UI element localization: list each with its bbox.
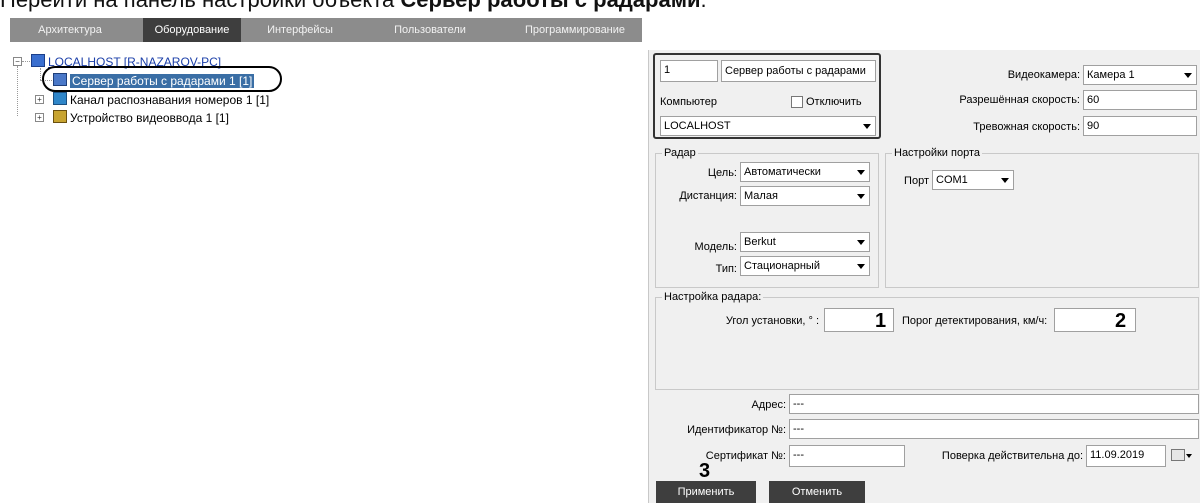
chevron-down-icon bbox=[863, 124, 871, 129]
object-id-field[interactable]: 1 bbox=[660, 60, 718, 82]
chevron-down-icon bbox=[857, 240, 865, 245]
instruction-caption: Перейти на панель настройки объекта Серв… bbox=[0, 0, 707, 13]
chevron-down-icon bbox=[857, 194, 865, 199]
identifier-field[interactable]: --- bbox=[789, 419, 1199, 439]
angle-label: Угол установки, ° : bbox=[725, 315, 819, 327]
chevron-down-icon bbox=[857, 264, 865, 269]
identifier-label: Идентификатор №: bbox=[687, 424, 786, 436]
tab-users[interactable]: Пользователи bbox=[375, 18, 485, 42]
object-tree: − LOCALHOST [R-NAZAROV-PC] Сервер работы… bbox=[0, 50, 645, 503]
type-select-value: Стационарный bbox=[744, 260, 820, 272]
tab-equipment[interactable]: Оборудование bbox=[143, 18, 241, 42]
settings-panel: 1 Сервер работы с радарами Компьютер Отк… bbox=[648, 50, 1200, 503]
highlight-ellipse bbox=[42, 66, 282, 92]
computer-icon bbox=[31, 54, 45, 67]
tree-line bbox=[40, 68, 41, 80]
model-select-value: Berkut bbox=[744, 236, 776, 248]
port-select-value: COM1 bbox=[936, 174, 968, 186]
step-marker-1: 1 bbox=[875, 310, 887, 332]
tree-item-label: Канал распознавания номеров 1 [1] bbox=[70, 93, 270, 107]
distance-label: Дистанция: bbox=[679, 190, 737, 202]
verification-label: Поверка действительна до: bbox=[941, 450, 1083, 462]
computer-select-value: LOCALHOST bbox=[664, 120, 731, 132]
certificate-field[interactable]: --- bbox=[789, 445, 905, 467]
disable-label: Отключить bbox=[806, 96, 862, 108]
apply-button[interactable]: Применить bbox=[656, 481, 756, 503]
port-group-title: Настройки порта bbox=[892, 146, 982, 160]
expand-icon[interactable]: + bbox=[35, 95, 44, 104]
step-marker-3: 3 bbox=[699, 460, 711, 482]
type-label: Тип: bbox=[715, 263, 737, 275]
object-name-field[interactable]: Сервер работы с радарами bbox=[721, 60, 876, 82]
tab-architecture[interactable]: Архитектура bbox=[10, 18, 130, 42]
disable-checkbox[interactable] bbox=[791, 96, 803, 108]
chevron-down-icon bbox=[857, 170, 865, 175]
distance-select[interactable]: Малая bbox=[740, 186, 870, 206]
video-input-device-icon bbox=[53, 110, 67, 123]
tree-line bbox=[17, 66, 18, 116]
radar-group-title: Радар bbox=[662, 146, 698, 160]
port-label: Порт bbox=[904, 175, 929, 187]
tree-item-plate-recognition[interactable]: Канал распознавания номеров 1 [1] bbox=[53, 92, 269, 107]
caption-suffix: . bbox=[701, 0, 707, 12]
model-label: Модель: bbox=[694, 241, 737, 253]
allowed-speed-field[interactable]: 60 bbox=[1083, 90, 1197, 110]
camera-select-value: Камера 1 bbox=[1087, 69, 1135, 81]
model-select[interactable]: Berkut bbox=[740, 232, 870, 252]
target-select[interactable]: Автоматически bbox=[740, 162, 870, 182]
certificate-label: Сертификат №: bbox=[705, 450, 786, 462]
address-field[interactable]: --- bbox=[789, 394, 1199, 414]
camera-label: Видеокамера: bbox=[1007, 69, 1080, 81]
expand-icon[interactable]: + bbox=[35, 113, 44, 122]
computer-label: Компьютер bbox=[660, 96, 717, 108]
alarm-speed-field[interactable]: 90 bbox=[1083, 116, 1197, 136]
radar-setup-group-title: Настройка радара: bbox=[662, 290, 764, 304]
alarm-speed-label: Тревожная скорость: bbox=[973, 121, 1080, 133]
distance-select-value: Малая bbox=[744, 190, 778, 202]
threshold-label: Порог детектирования, км/ч: bbox=[902, 315, 1048, 327]
collapse-icon[interactable]: − bbox=[13, 57, 22, 66]
chevron-down-icon bbox=[1001, 178, 1009, 183]
calendar-icon[interactable] bbox=[1171, 449, 1185, 461]
tree-item-video-input[interactable]: Устройство видеоввода 1 [1] bbox=[53, 110, 229, 125]
camera-select[interactable]: Камера 1 bbox=[1083, 65, 1197, 85]
target-select-value: Автоматически bbox=[744, 166, 821, 178]
port-select[interactable]: COM1 bbox=[932, 170, 1014, 190]
target-label: Цель: bbox=[707, 167, 737, 179]
caption-prefix: Перейти на панель настройки объекта bbox=[0, 0, 400, 12]
caption-bold: Сервер работы с радарами bbox=[400, 0, 700, 12]
dropdown-arrow-icon[interactable] bbox=[1186, 454, 1192, 458]
allowed-speed-label: Разрешённая скорость: bbox=[959, 94, 1080, 106]
step-marker-2: 2 bbox=[1115, 310, 1127, 332]
type-select[interactable]: Стационарный bbox=[740, 256, 870, 276]
tab-interfaces[interactable]: Интерфейсы bbox=[250, 18, 350, 42]
verification-date-field[interactable]: 11.09.2019 bbox=[1086, 445, 1166, 467]
tree-item-label: Устройство видеоввода 1 [1] bbox=[70, 111, 229, 125]
recognition-channel-icon bbox=[53, 92, 67, 105]
tab-programming[interactable]: Программирование bbox=[510, 18, 640, 42]
chevron-down-icon bbox=[1184, 73, 1192, 78]
tab-bar: Архитектура Оборудование Интерфейсы Поль… bbox=[10, 18, 642, 42]
cancel-button[interactable]: Отменить bbox=[769, 481, 865, 503]
computer-select[interactable]: LOCALHOST bbox=[660, 116, 876, 136]
tree-line bbox=[22, 61, 30, 62]
address-label: Адрес: bbox=[751, 399, 786, 411]
